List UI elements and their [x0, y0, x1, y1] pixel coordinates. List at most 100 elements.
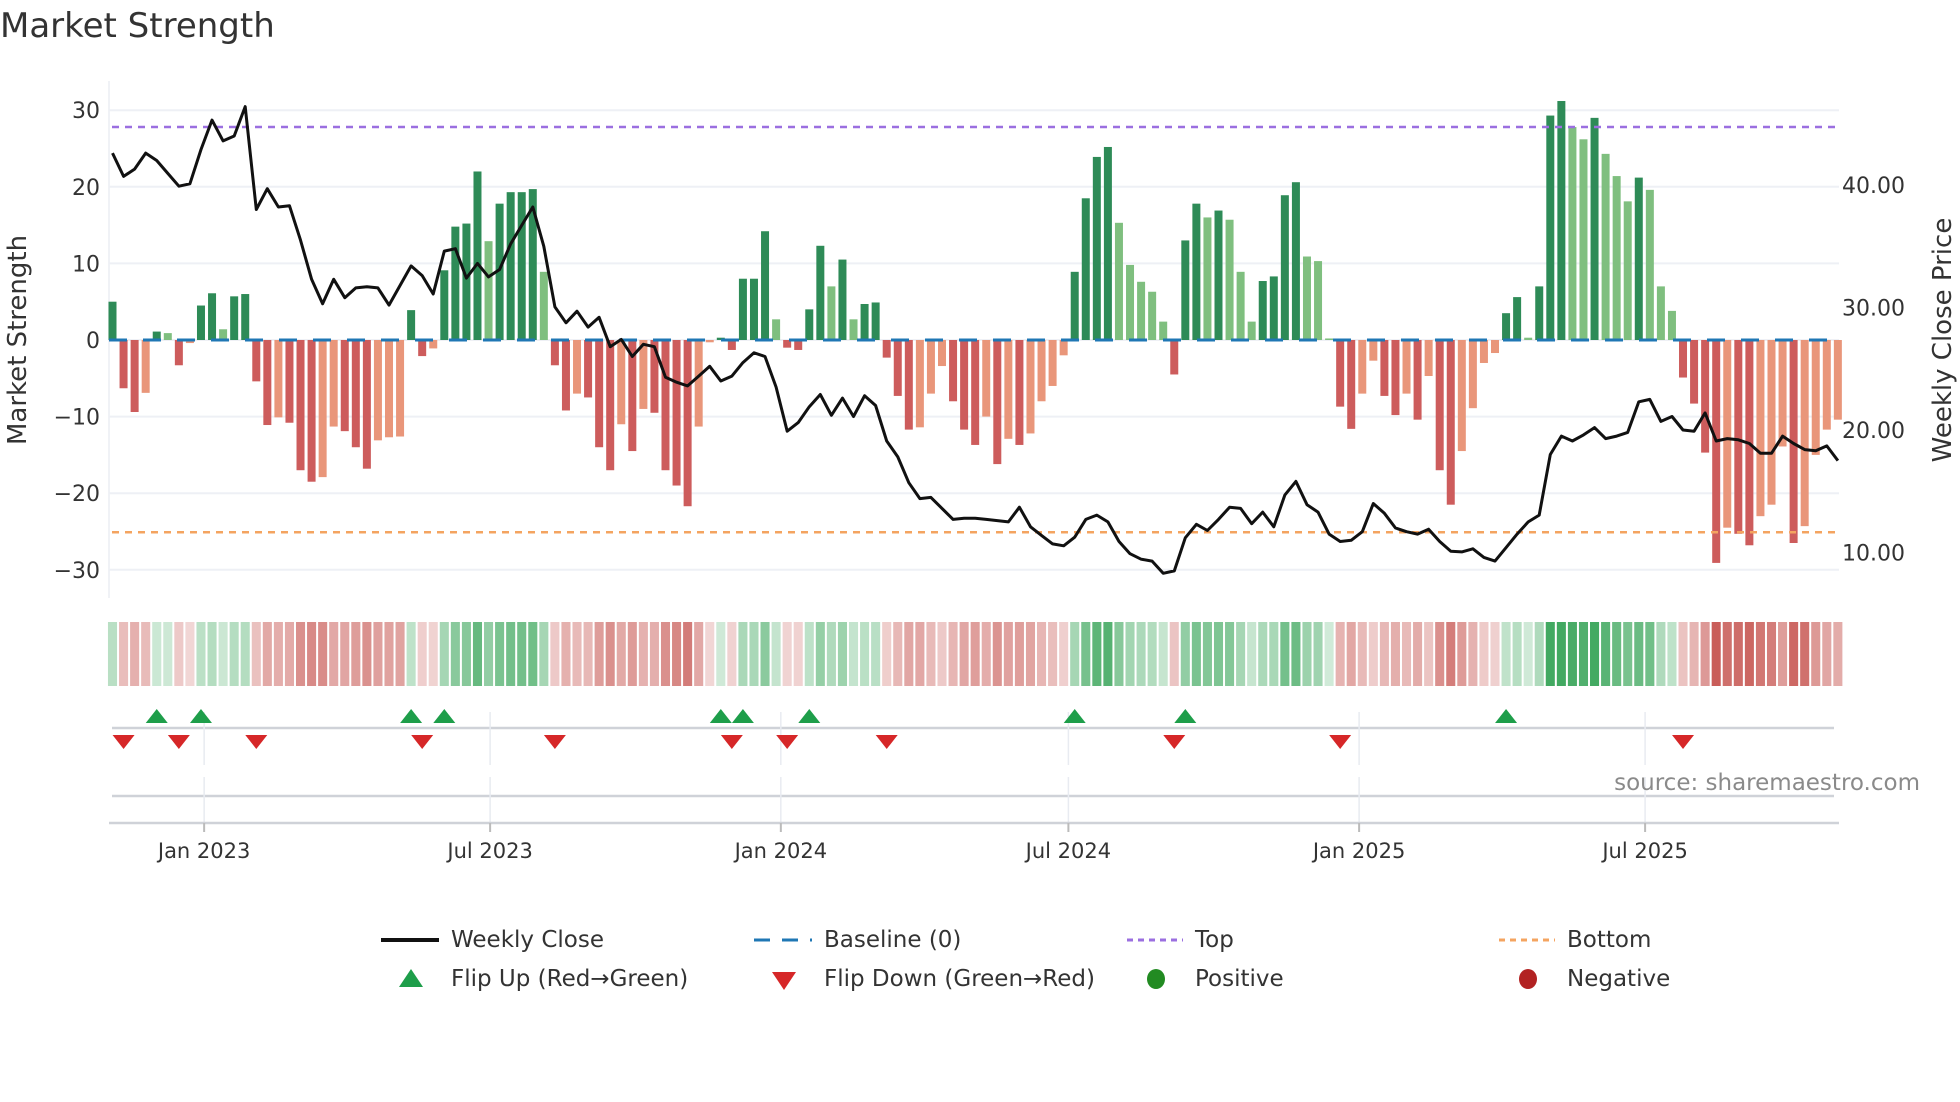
- strip-cell: [119, 622, 129, 686]
- strength-bar: [595, 340, 604, 448]
- flip-down-marker: [112, 735, 135, 749]
- strip-cell: [1147, 622, 1157, 686]
- x-tick-label: Jan 2025: [1311, 839, 1406, 863]
- strip-cell: [1800, 622, 1810, 686]
- strength-bar: [738, 278, 747, 340]
- strength-bar: [396, 340, 405, 437]
- strip-cell: [649, 622, 659, 686]
- strip-cell: [1269, 622, 1279, 686]
- strip-cell: [1634, 622, 1644, 686]
- strength-bar: [1103, 146, 1112, 340]
- strip-cell: [1534, 622, 1544, 686]
- strip-cell: [207, 622, 217, 686]
- strength-bar: [1579, 139, 1588, 340]
- strength-bar: [573, 340, 582, 394]
- strip-cell: [1324, 622, 1334, 686]
- strength-bar: [1435, 340, 1444, 471]
- strip-cell: [760, 622, 770, 686]
- source-credit: source: sharemaestro.com: [1614, 770, 1920, 796]
- strip-cell: [837, 622, 847, 686]
- strip-cell: [616, 622, 626, 686]
- flip-up-marker: [1174, 709, 1197, 723]
- strip-cell: [1202, 622, 1212, 686]
- strip-cell: [1435, 622, 1445, 686]
- strength-bar: [1280, 195, 1289, 340]
- strength-bar: [772, 319, 781, 340]
- strip-cell: [472, 622, 483, 686]
- strength-bar: [1734, 340, 1743, 534]
- strength-bar: [263, 340, 272, 426]
- strength-bar: [661, 340, 670, 471]
- strip-cell: [395, 622, 405, 686]
- strength-bar: [451, 226, 460, 340]
- strip-cell: [1401, 622, 1412, 686]
- strength-bar: [285, 340, 294, 423]
- strength-bar: [318, 340, 327, 478]
- strip-cell: [1501, 622, 1511, 686]
- strip-cell: [428, 622, 438, 686]
- strip-cell: [1048, 622, 1058, 686]
- strip-cell: [1523, 622, 1533, 686]
- strength-bar: [307, 340, 316, 482]
- strip-cell: [1335, 622, 1345, 686]
- strength-bar: [1535, 286, 1544, 340]
- strength-bar: [1369, 340, 1378, 361]
- strength-bar: [1004, 340, 1013, 439]
- strip-cell: [262, 622, 272, 686]
- strip-cell: [1291, 622, 1301, 686]
- strength-bar: [1413, 340, 1422, 420]
- strength-bar: [1701, 340, 1710, 453]
- strength-bar: [639, 340, 648, 409]
- strip-cell: [1811, 622, 1821, 686]
- strength-bar: [362, 340, 371, 469]
- strip-cell: [1103, 622, 1113, 686]
- strip-cell: [417, 622, 427, 686]
- strength-bar: [1159, 321, 1168, 340]
- strip-cell: [539, 622, 549, 686]
- strip-cell: [229, 622, 239, 686]
- strip-cell: [1346, 622, 1356, 686]
- flip-up-marker: [709, 709, 732, 723]
- strip-cell: [141, 622, 151, 686]
- strength-bar: [860, 303, 869, 340]
- strip-cell: [1789, 622, 1799, 686]
- strength-bar: [993, 340, 1002, 465]
- strength-bar: [849, 319, 858, 340]
- strip-cell: [384, 622, 394, 686]
- strength-bar: [1568, 127, 1577, 340]
- strength-bar: [971, 340, 980, 445]
- strip-cell: [439, 622, 449, 686]
- y-tick-label: −30: [54, 559, 100, 584]
- strength-heat-strip: [107, 622, 1843, 686]
- strip-cell: [638, 622, 648, 686]
- strip-cell: [351, 622, 361, 686]
- strength-bar: [926, 340, 935, 394]
- strip-cell: [1070, 622, 1080, 686]
- y-tick-label: 30: [72, 99, 100, 124]
- strength-bar: [816, 245, 825, 340]
- strip-cell: [284, 622, 294, 686]
- strip-cell: [1578, 622, 1589, 686]
- flip-up-marker: [731, 709, 754, 723]
- strength-bar: [163, 333, 172, 340]
- flip-down-marker: [543, 735, 566, 749]
- strength-bar: [119, 340, 128, 389]
- strength-bar: [1137, 281, 1146, 340]
- strength-bar: [749, 278, 758, 340]
- strip-cell: [572, 622, 582, 686]
- strength-bar: [108, 301, 117, 340]
- strength-bar: [584, 340, 593, 398]
- strip-cell: [815, 622, 825, 686]
- strength-bar: [1258, 281, 1267, 340]
- strip-cell: [1059, 622, 1069, 686]
- strip-cell: [948, 622, 958, 686]
- strip-cell: [915, 622, 925, 686]
- strip-cell: [1014, 622, 1024, 686]
- strength-bar: [1590, 117, 1599, 340]
- y2-tick-label: 30.00: [1842, 297, 1905, 322]
- strength-bar: [960, 340, 969, 430]
- strip-cell: [1114, 622, 1124, 686]
- y-tick-label: −20: [54, 482, 100, 507]
- strip-cell: [107, 622, 118, 686]
- strength-bar: [904, 340, 913, 430]
